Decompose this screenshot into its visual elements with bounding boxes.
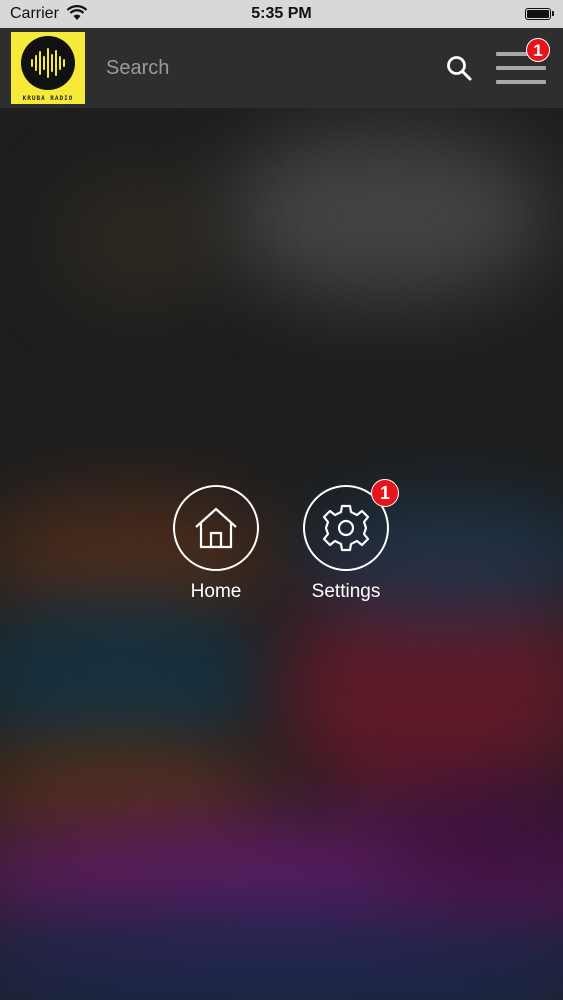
logo-text: KRUBA RADIO <box>22 95 74 102</box>
menu-notification-badge: 1 <box>526 38 550 62</box>
status-time: 5:35 PM <box>251 5 312 22</box>
settings-notification-badge: 1 <box>371 479 399 507</box>
home-label: Home <box>190 581 242 602</box>
search-icon[interactable] <box>445 54 473 82</box>
top-bar: KRUBA RADIO 1 <box>0 28 563 108</box>
hamburger-menu-icon <box>496 80 546 84</box>
settings-button[interactable]: 1 Settings <box>296 479 399 615</box>
app-logo[interactable]: KRUBA RADIO <box>11 32 85 104</box>
logo-disc <box>21 36 75 90</box>
settings-label: Settings <box>311 581 381 602</box>
home-circle[interactable] <box>173 485 259 571</box>
background-blur <box>220 130 550 300</box>
status-bar: Carrier 5:35 PM <box>0 0 563 28</box>
search-input[interactable] <box>96 50 416 86</box>
home-button[interactable]: Home <box>166 485 266 615</box>
app-screen: Carrier 5:35 PM KRUBA RADIO Search 1 Hom… <box>0 0 563 1000</box>
background-blur <box>0 900 563 1000</box>
hamburger-menu-icon <box>496 66 546 70</box>
home-icon <box>195 507 237 549</box>
gear-icon <box>322 504 370 552</box>
background-blur <box>0 600 280 760</box>
menu-button[interactable]: 1 <box>494 38 550 90</box>
battery-icon <box>525 8 554 20</box>
sound-wave-icon <box>31 48 65 78</box>
background-blur <box>60 180 220 300</box>
